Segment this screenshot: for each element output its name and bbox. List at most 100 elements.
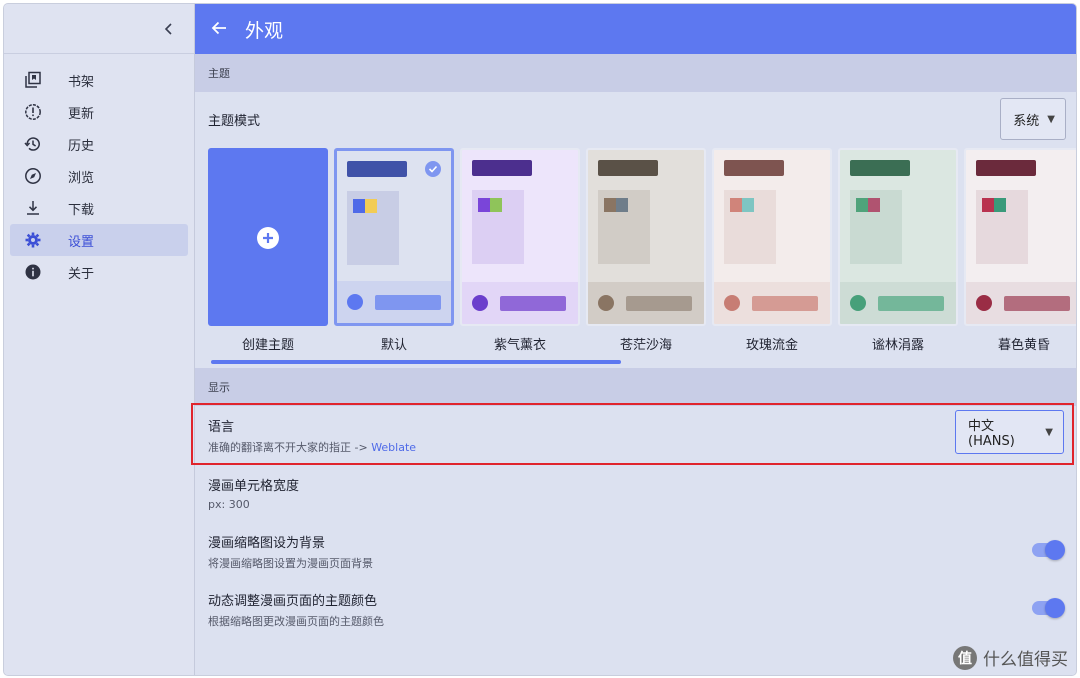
sidebar-item-about[interactable]: 关于 [10,256,188,288]
theme-preview-pill [878,296,944,311]
theme-preview-pill [500,296,566,311]
download-icon [24,199,42,217]
app-window: 书架 更新 历史 浏览 下载 设置 关于 外观 主题 主题模式 系统 ▼ 创建主… [4,4,1076,675]
theme-preview-chip [490,198,502,212]
theme-preview-chip [353,199,365,213]
theme-preview-dot [850,295,866,311]
theme-mode-row: 主题模式 系统 ▼ [195,92,1076,146]
arrow-left-icon[interactable] [211,17,227,41]
theme-preview [964,148,1076,326]
theme-mode-label: 主题模式 [208,113,261,129]
language-select[interactable]: 中文 (HANS) ▼ [955,410,1064,454]
theme-preview-titlebar [347,161,407,177]
history-icon [24,135,42,153]
theme-preview-bottom [840,282,956,324]
app-bar: 外观 [195,4,1076,54]
theme-preview-chip [478,198,490,212]
theme-preview-dot [724,295,740,311]
theme-preview-panel [598,190,650,264]
theme-mode-value: 系统 [1013,113,1040,129]
theme-preview-panel [347,191,399,265]
language-subtitle: 准确的翻译离不开大家的指正 -> Weblate [208,439,1076,455]
theme-name: 苍茫沙海 [619,338,672,353]
section-header-theme: 主题 [195,54,1076,92]
theme-name: 创建主题 [241,338,294,353]
sidebar-nav: 书架 更新 历史 浏览 下载 设置 关于 [4,64,194,288]
theme-preview-titlebar [472,160,532,176]
theme-preview-chip [982,198,994,212]
theme-preview-bottom [966,282,1076,324]
cell-width-setting[interactable]: 漫画单元格宽度 px: 300 [195,475,1076,515]
sidebar-item-label: 浏览 [68,170,95,186]
theme-name: 暮色黄昏 [997,338,1050,353]
theme-preview-panel [850,190,902,264]
theme-preview-bottom [462,282,578,324]
sidebar-item-browse[interactable]: 浏览 [10,160,188,192]
language-subtitle-text: 准确的翻译离不开大家的指正 -> [208,441,372,454]
theme-preview-pill [1004,296,1070,311]
toggle-knob [1045,540,1065,560]
dynamic-color-setting[interactable]: 动态调整漫画页面的主题颜色 根据缩略图更改漫画页面的主题颜色 [195,590,1076,630]
alert-circle-icon [24,103,42,121]
theme-card[interactable]: 默认 [334,148,454,353]
sidebar: 书架 更新 历史 浏览 下载 设置 关于 [4,4,195,675]
thumb-bg-subtitle: 将漫画缩略图设置为漫画页面背景 [208,557,373,570]
theme-preview-dot [472,295,488,311]
theme-preview-panel [472,190,524,264]
theme-mode-select[interactable]: 系统 ▼ [1000,98,1066,140]
sidebar-item-label: 下载 [68,202,95,218]
section-header-display: 显示 [195,368,1076,406]
theme-preview-bottom [588,282,704,324]
sidebar-item-history[interactable]: 历史 [10,128,188,160]
theme-preview-bottom [337,281,451,323]
sidebar-item-label: 书架 [68,74,95,90]
chevron-left-icon[interactable] [158,18,180,40]
theme-card[interactable]: 谧林涓露 [838,148,958,353]
cell-width-title: 漫画单元格宽度 [208,479,300,494]
sidebar-item-label: 历史 [68,138,95,154]
theme-preview-chip [742,198,754,212]
sidebar-item-settings[interactable]: 设置 [10,224,188,256]
create-theme-card[interactable]: 创建主题 [208,148,328,353]
theme-name: 玫瑰流金 [745,338,798,353]
watermark-text: 什么值得买 [983,650,1068,670]
theme-carousel[interactable]: 创建主题 默认 紫气薰衣 苍茫沙海 玫瑰流金 谧林涓露 暮色黄昏 [195,146,1076,366]
theme-preview-panel [724,190,776,264]
language-title: 语言 [208,420,235,435]
theme-card[interactable]: 玫瑰流金 [712,148,832,353]
caret-down-icon: ▼ [1045,426,1053,438]
sidebar-item-updates[interactable]: 更新 [10,96,188,128]
thumb-bg-setting[interactable]: 漫画缩略图设为背景 将漫画缩略图设置为漫画页面背景 [195,532,1076,572]
sidebar-item-library[interactable]: 书架 [10,64,188,96]
dynamic-color-toggle[interactable] [1032,598,1065,618]
theme-preview-pill [752,296,818,311]
theme-preview-titlebar [724,160,784,176]
watermark-badge: 值 [953,645,977,670]
site-watermark: 值 什么值得买 [953,645,1068,670]
language-setting[interactable]: 语言 准确的翻译离不开大家的指正 -> Weblate 中文 (HANS) ▼ [195,410,1076,466]
compass-icon [24,167,42,185]
theme-preview-titlebar [850,160,910,176]
theme-name: 紫气薰衣 [493,338,546,353]
gear-icon [24,231,42,249]
theme-preview-bottom [714,282,830,324]
theme-card[interactable]: 苍茫沙海 [586,148,706,353]
theme-preview-chip [994,198,1006,212]
theme-card[interactable]: 暮色黄昏 [964,148,1076,353]
thumb-bg-toggle[interactable] [1032,540,1065,560]
carousel-scroll-indicator[interactable] [211,360,621,364]
theme-preview-chip [616,198,628,212]
theme-preview [334,148,454,326]
library-icon [24,71,42,89]
theme-preview [586,148,706,326]
sidebar-item-label: 更新 [68,106,95,122]
toggle-knob [1045,598,1065,618]
sidebar-item-downloads[interactable]: 下载 [10,192,188,224]
weblate-link[interactable]: Weblate [371,441,416,454]
theme-name: 默认 [380,338,407,353]
theme-preview-chip [604,198,616,212]
theme-preview [838,148,958,326]
theme-card[interactable]: 紫气薰衣 [460,148,580,353]
caret-down-icon: ▼ [1047,113,1055,125]
sidebar-header [4,4,194,54]
